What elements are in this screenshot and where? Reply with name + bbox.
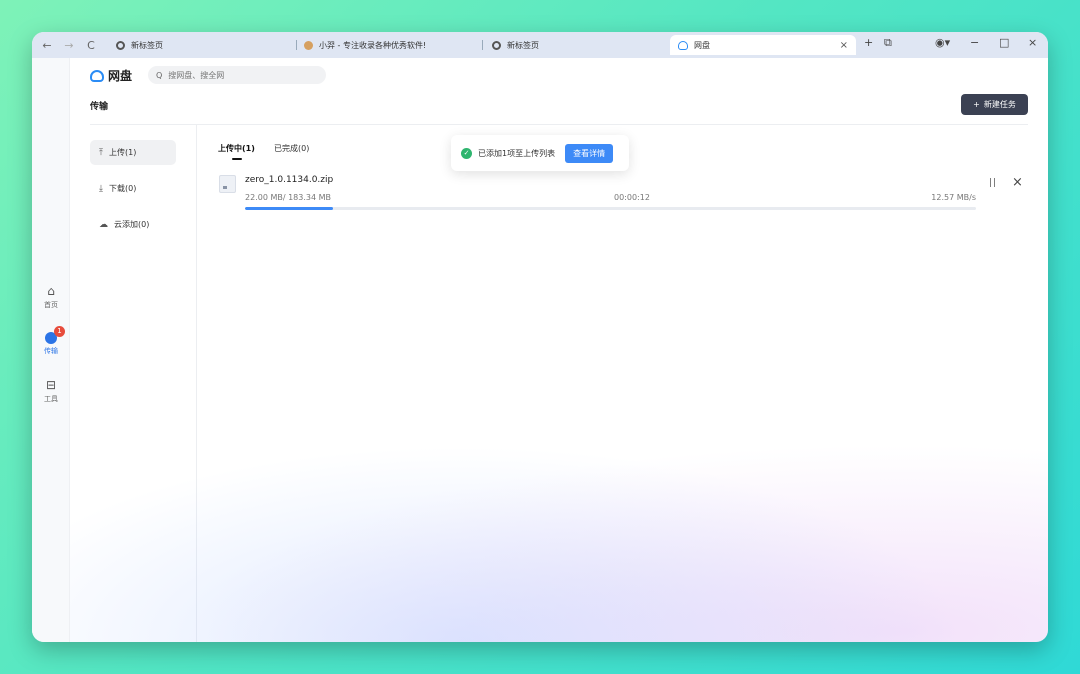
panel-divider <box>196 125 197 642</box>
tab-label: 小羿 - 专注收录各种优秀软件! <box>319 40 427 50</box>
header-divider <box>90 124 1028 125</box>
pause-icon[interactable]: || <box>989 178 997 188</box>
avatar-icon <box>304 40 313 50</box>
toast-notification: ✓ 已添加1项至上传列表 查看详情 <box>451 135 629 171</box>
toast-message: 已添加1项至上传列表 <box>478 148 556 158</box>
upload-icon: ⤒ <box>99 147 103 158</box>
profile-icon[interactable]: ◉▾ <box>935 36 950 49</box>
app-logo[interactable]: 网盘 <box>90 67 132 84</box>
category-label: 下载(0) <box>108 184 137 193</box>
reload-icon[interactable]: C <box>80 39 102 52</box>
file-size: 22.00 MB/ 183.34 MB <box>245 193 331 202</box>
upload-progress-bar <box>245 207 976 210</box>
tab-new-1[interactable]: 新标签页 <box>108 35 268 55</box>
browser-tab-bar: ← → C 新标签页 小羿 - 专注收录各种优秀软件! 新标签页 网盘 × + … <box>32 32 1048 58</box>
check-circle-icon: ✓ <box>461 147 472 159</box>
close-window-icon[interactable]: × <box>1028 36 1037 49</box>
browser-window: ← → C 新标签页 小羿 - 专注收录各种优秀软件! 新标签页 网盘 × + … <box>32 32 1048 642</box>
sidebar: ⌂ 首页 1 传输 ⊟ 工具 <box>32 58 70 642</box>
cloud-logo-icon <box>90 69 104 82</box>
search-input[interactable] <box>168 70 319 80</box>
category-label: 上传(1) <box>108 148 137 157</box>
home-icon: ⌂ <box>47 284 55 298</box>
progress-fill <box>245 207 333 210</box>
browser-icon <box>116 40 125 50</box>
new-task-label: 新建任务 <box>983 100 1016 109</box>
maximize-icon[interactable]: □ <box>999 36 1009 49</box>
plus-icon: + <box>973 100 980 109</box>
sidebar-item-label: 首页 <box>44 301 58 309</box>
file-speed: 12.57 MB/s <box>931 193 976 202</box>
page-title: 传输 <box>90 102 109 112</box>
sidebar-item-home[interactable]: ⌂ 首页 <box>32 284 70 310</box>
tab-netdisk[interactable]: 网盘 × <box>670 35 856 55</box>
logo-text: 网盘 <box>108 69 133 83</box>
sidebar-item-transfer[interactable]: 1 传输 <box>32 326 70 356</box>
file-time-remaining: 00:00:12 <box>614 193 650 202</box>
tab-xiaoyi[interactable]: 小羿 - 专注收录各种优秀软件! <box>296 35 476 55</box>
zip-file-icon <box>219 175 236 193</box>
tab-label: 新标签页 <box>507 40 539 50</box>
active-tab-underline <box>232 158 242 160</box>
search-icon: Q <box>156 70 163 80</box>
tab-new-2[interactable]: 新标签页 <box>484 35 664 55</box>
category-download[interactable]: ⤓ 下载(0) <box>90 176 176 201</box>
search-box[interactable]: Q <box>148 66 326 84</box>
tab-label: 新标签页 <box>131 40 163 50</box>
cloud-add-icon: ☁ <box>99 219 108 230</box>
forward-icon[interactable]: → <box>58 39 80 52</box>
category-upload[interactable]: ⤒ 上传(1) <box>90 140 176 165</box>
minimize-icon[interactable]: − <box>970 36 979 49</box>
file-name: zero_1.0.1134.0.zip <box>245 175 334 185</box>
sidebar-item-label: 传输 <box>44 347 58 355</box>
tab-separator <box>482 40 483 50</box>
download-icon: ⤓ <box>99 183 103 194</box>
tab-close-icon[interactable]: × <box>840 40 848 51</box>
sidebar-item-label: 工具 <box>44 395 58 403</box>
new-task-button[interactable]: + 新建任务 <box>961 94 1028 115</box>
tab-uploading[interactable]: 上传中(1) <box>218 143 255 154</box>
cancel-upload-icon[interactable]: × <box>1012 175 1023 190</box>
tab-label: 网盘 <box>694 40 710 50</box>
tab-completed[interactable]: 已完成(0) <box>274 143 309 154</box>
tab-overview-icon[interactable]: ⧉ <box>884 36 892 50</box>
background-gradient <box>70 412 1048 642</box>
back-icon[interactable]: ← <box>36 39 58 52</box>
sidebar-item-tools[interactable]: ⊟ 工具 <box>32 378 70 404</box>
new-tab-icon[interactable]: + <box>864 36 873 49</box>
notification-badge: 1 <box>54 326 65 337</box>
category-label: 云添加(0) <box>114 220 150 229</box>
view-details-button[interactable]: 查看详情 <box>565 143 614 163</box>
cloud-icon <box>678 40 688 50</box>
category-cloud-add[interactable]: ☁ 云添加(0) <box>90 212 176 237</box>
browser-icon <box>492 40 501 50</box>
toolbox-icon: ⊟ <box>45 378 57 392</box>
